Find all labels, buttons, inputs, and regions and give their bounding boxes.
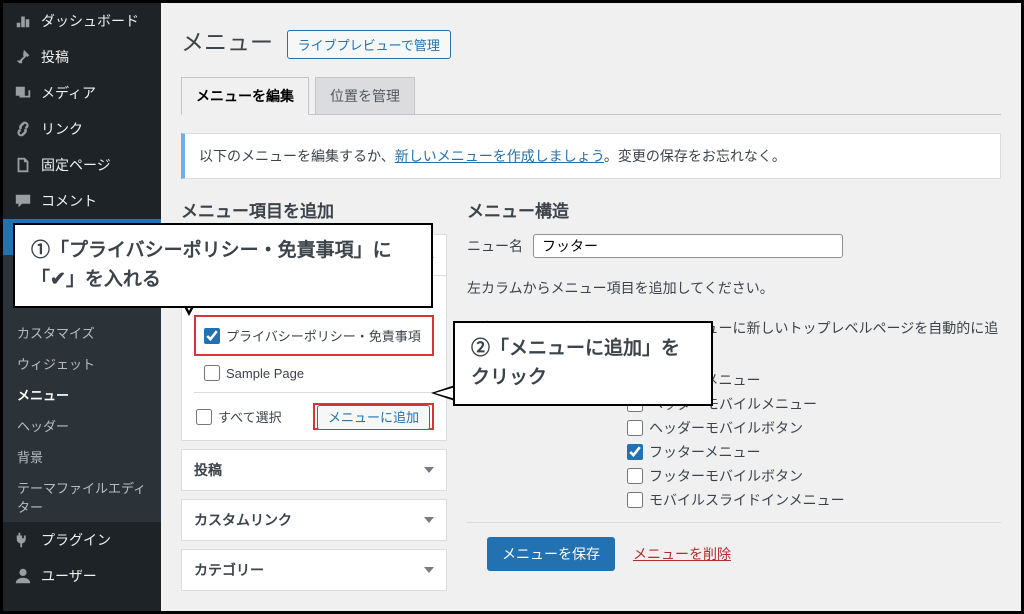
page-icon — [13, 156, 33, 174]
accordion-label: 投稿 — [194, 460, 222, 480]
highlighted-checklist: プライバシーポリシー・免責事項 — [194, 315, 434, 356]
submenu-item-header[interactable]: ヘッダー — [3, 410, 161, 441]
sidebar-item-pages[interactable]: 固定ページ — [3, 147, 161, 183]
notice-text: 以下のメニューを編集するか、 — [199, 148, 395, 164]
select-all-checkbox[interactable] — [196, 409, 212, 425]
sidebar-item-label: ダッシュボード — [41, 11, 139, 31]
accordion-label: カスタムリンク — [194, 510, 292, 530]
accordion-head-custom[interactable]: カスタムリンク — [182, 500, 446, 540]
sidebar-item-label: コメント — [41, 191, 97, 211]
chevron-down-icon — [424, 517, 434, 523]
sidebar-item-label: プラグイン — [41, 530, 111, 550]
location-option[interactable]: フッターメニュー — [627, 442, 1001, 462]
submenu-item-menus[interactable]: メニュー — [3, 379, 161, 410]
sidebar-item-label: ユーザー — [41, 566, 97, 586]
add-items-heading: メニュー項目を追加 — [181, 197, 447, 222]
location-checkbox[interactable] — [627, 468, 643, 484]
sidebar-item-label: 投稿 — [41, 47, 69, 67]
page-item-row[interactable]: Sample Page — [194, 362, 434, 384]
sidebar-item-label: 固定ページ — [41, 155, 111, 175]
accordion-posts: 投稿 — [181, 449, 447, 491]
sidebar-item-media[interactable]: メディア — [3, 75, 161, 111]
structure-instruction: 左カラムからメニュー項目を追加してください。 — [467, 278, 1001, 298]
page-item-row[interactable]: プライバシーポリシー・免責事項 — [202, 323, 426, 348]
location-option[interactable]: モバイルスライドインメニュー — [627, 490, 1001, 510]
structure-heading: メニュー構造 — [467, 197, 1001, 222]
media-icon — [13, 84, 33, 102]
page-title: メニュー — [181, 23, 273, 57]
link-icon — [13, 120, 33, 138]
create-menu-link[interactable]: 新しいメニューを作成しましょう — [395, 148, 604, 164]
highlighted-add-button-wrap: メニューに追加 — [313, 403, 434, 430]
submenu-item-customize[interactable]: カスタマイズ — [3, 317, 161, 348]
accordion-categories: カテゴリー — [181, 549, 447, 591]
tab-manage-locations[interactable]: 位置を管理 — [315, 77, 415, 114]
sidebar-item-users[interactable]: ユーザー — [3, 558, 161, 594]
location-label: モバイルスライドインメニュー — [649, 490, 845, 510]
annotation-callout-1: ①「プライバシーポリシー・免責事項」に「✔」を入れる — [13, 223, 433, 308]
select-all-label: すべて選択 — [218, 407, 282, 426]
page-item-label: プライバシーポリシー・免責事項 — [226, 326, 421, 345]
location-label: フッターモバイルボタン — [649, 466, 803, 486]
location-checkbox[interactable] — [627, 444, 643, 460]
select-all-row[interactable]: すべて選択 — [194, 404, 284, 429]
info-notice: 以下のメニューを編集するか、新しいメニューを作成しましょう。変更の保存をお忘れな… — [181, 133, 1001, 179]
page-checkbox-privacy[interactable] — [204, 328, 220, 344]
sidebar-item-dashboard[interactable]: ダッシュボード — [3, 3, 161, 39]
location-option[interactable]: ヘッダーモバイルボタン — [627, 418, 1001, 438]
location-option[interactable]: フッターモバイルボタン — [627, 466, 1001, 486]
sidebar-item-comments[interactable]: コメント — [3, 183, 161, 219]
menu-name-label: ニュー名 — [467, 236, 523, 256]
comment-icon — [13, 192, 33, 210]
sidebar-item-label: リンク — [41, 119, 83, 139]
dashboard-icon — [13, 12, 33, 30]
location-label: フッターメニュー — [649, 442, 760, 462]
user-icon — [13, 567, 33, 585]
submenu-item-background[interactable]: 背景 — [3, 441, 161, 472]
plugin-icon — [13, 531, 33, 549]
submenu-item-widgets[interactable]: ウィジェット — [3, 348, 161, 379]
accordion-head-posts[interactable]: 投稿 — [182, 450, 446, 490]
notice-text: 。変更の保存をお忘れなく。 — [604, 148, 786, 164]
submenu-item-editor[interactable]: テーマファイルエディター — [3, 472, 161, 522]
pin-icon — [13, 48, 33, 66]
sidebar-item-label: メディア — [41, 83, 96, 103]
chevron-down-icon — [424, 467, 434, 473]
nav-tabs: メニューを編集 位置を管理 — [181, 77, 1001, 115]
live-preview-button[interactable]: ライブプレビューで管理 — [287, 30, 451, 59]
sidebar-item-links[interactable]: リンク — [3, 111, 161, 147]
page-item-label: Sample Page — [226, 366, 304, 381]
tab-edit-menus[interactable]: メニューを編集 — [181, 77, 309, 115]
add-to-menu-button[interactable]: メニューに追加 — [317, 405, 430, 430]
menu-name-input[interactable] — [533, 234, 843, 258]
sidebar-item-posts[interactable]: 投稿 — [3, 39, 161, 75]
location-checkbox[interactable] — [627, 420, 643, 436]
accordion-head-categories[interactable]: カテゴリー — [182, 550, 446, 590]
annotation-callout-2: ②「メニューに追加」をクリック — [453, 321, 713, 406]
bottom-bar: メニューを保存 メニューを削除 — [467, 522, 1001, 585]
location-label: ヘッダーモバイルボタン — [649, 418, 803, 438]
accordion-label: カテゴリー — [194, 560, 264, 580]
delete-menu-link[interactable]: メニューを削除 — [633, 544, 731, 564]
page-checkbox-sample[interactable] — [204, 365, 220, 381]
location-checkbox[interactable] — [627, 492, 643, 508]
chevron-down-icon — [424, 567, 434, 573]
accordion-custom-links: カスタムリンク — [181, 499, 447, 541]
sidebar-item-plugins[interactable]: プラグイン — [3, 522, 161, 558]
save-menu-button[interactable]: メニューを保存 — [487, 537, 615, 571]
